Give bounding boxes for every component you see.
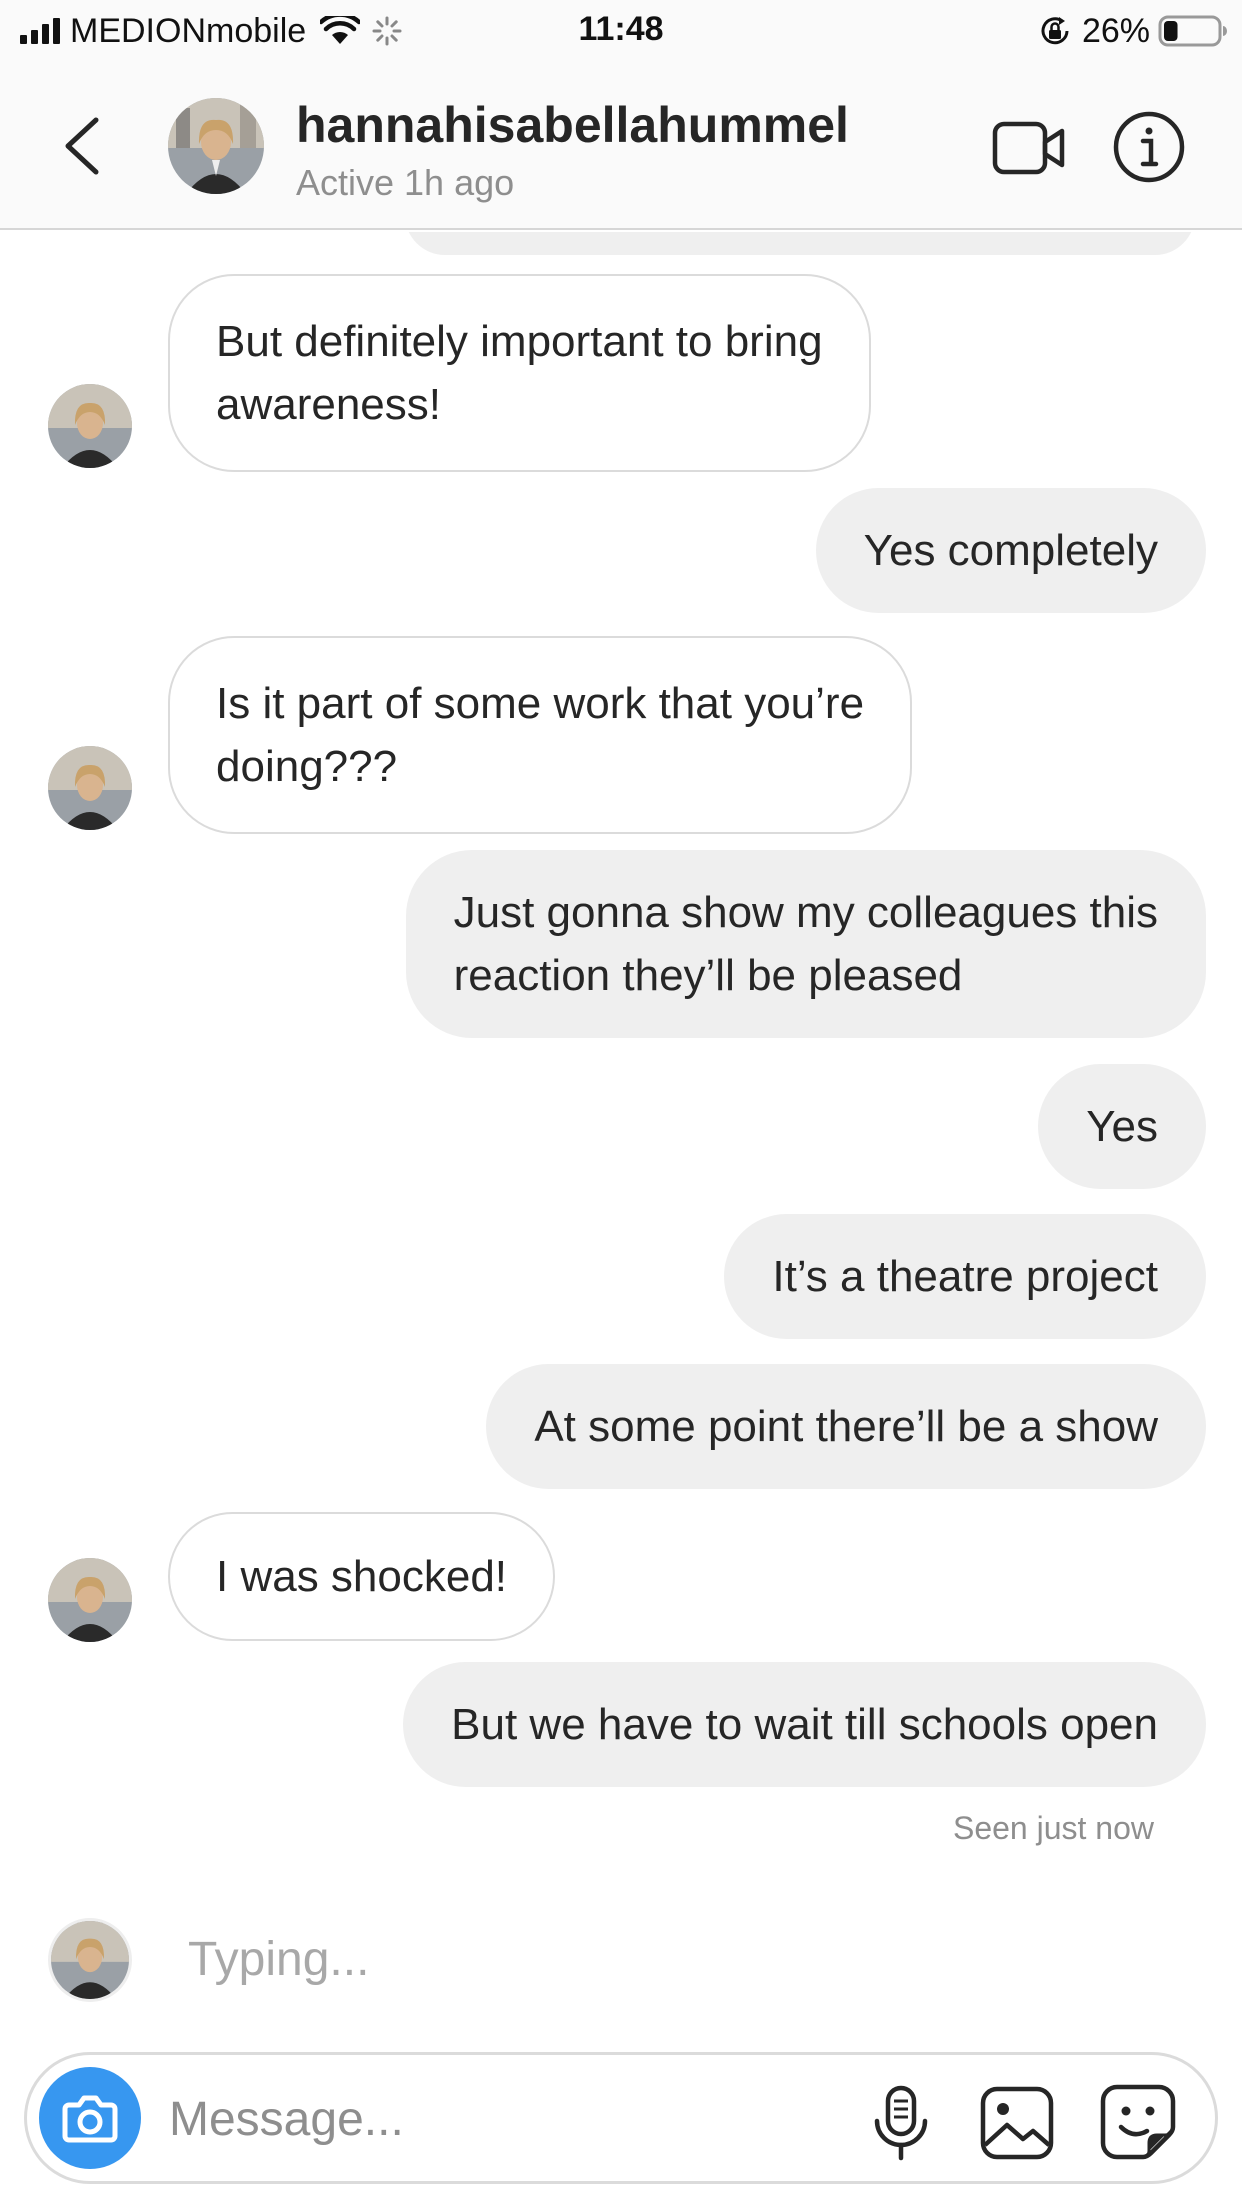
message-text-line: Yes completely <box>863 526 1158 575</box>
video-call-button[interactable] <box>992 118 1066 178</box>
sticker-icon <box>1100 2084 1176 2160</box>
outgoing-message-bubble[interactable]: Yes <box>1038 1064 1206 1189</box>
message-text-line: doing??? <box>216 742 398 791</box>
image-gallery-icon <box>980 2086 1054 2160</box>
message-avatar[interactable] <box>48 384 132 468</box>
previous-message-bubble <box>405 232 1195 255</box>
orientation-lock-icon <box>1041 17 1069 45</box>
message-text-line: It’s a theatre project <box>772 1252 1158 1301</box>
info-icon <box>1113 111 1185 183</box>
message-input[interactable] <box>169 2081 729 2157</box>
battery-percentage: 26% <box>1081 11 1150 50</box>
seen-status: Seen just now <box>952 1810 1154 1846</box>
message-text-line: awareness! <box>216 380 442 429</box>
camera-icon <box>62 2095 118 2143</box>
message-avatar[interactable] <box>48 1558 132 1642</box>
outgoing-message-bubble[interactable]: Just gonna show my colleagues this react… <box>405 850 1206 1038</box>
status-right: 26% <box>1038 10 1228 52</box>
active-status: Active 1h ago <box>296 162 515 203</box>
gallery-button[interactable] <box>979 2085 1055 2161</box>
info-button[interactable] <box>1112 110 1186 184</box>
incoming-message-bubble[interactable]: But definitely important to bring awaren… <box>168 274 871 472</box>
profile-avatar[interactable] <box>168 98 264 194</box>
message-text-line: Yes <box>1086 1102 1158 1151</box>
chat-header: hannahisabellahummel Active 1h ago <box>0 62 1242 230</box>
outgoing-message-bubble[interactable]: It’s a theatre project <box>724 1214 1206 1339</box>
video-camera-icon <box>992 121 1065 175</box>
message-avatar[interactable] <box>48 746 132 830</box>
back-button[interactable] <box>58 114 108 178</box>
message-text-line: At some point there’ll be a show <box>534 1402 1158 1451</box>
message-text-line: But we have to wait till schools open <box>451 1700 1158 1749</box>
outgoing-message-bubble[interactable]: At some point there’ll be a show <box>486 1364 1206 1489</box>
camera-button[interactable] <box>39 2067 141 2169</box>
message-text-line: Is it part of some work that you’re <box>216 679 865 728</box>
message-text-line: reaction they’ll be pleased <box>453 951 963 1000</box>
microphone-button[interactable] <box>871 2085 931 2161</box>
status-bar: MEDIONmobile 11:48 26% <box>0 0 1242 62</box>
battery-icon <box>1158 15 1227 47</box>
sticker-button[interactable] <box>1099 2083 1177 2161</box>
header-username[interactable]: hannahisabellahummel <box>296 96 849 154</box>
message-composer <box>24 2052 1218 2184</box>
typing-indicator: Typing... <box>188 1933 370 1986</box>
incoming-message-bubble[interactable]: I was shocked! <box>168 1512 556 1641</box>
outgoing-message-bubble[interactable]: But we have to wait till schools open <box>403 1662 1206 1787</box>
incoming-message-bubble[interactable]: Is it part of some work that you’re doin… <box>168 636 913 834</box>
message-thread[interactable]: But definitely important to bring awaren… <box>0 232 1242 2042</box>
message-text-line: Just gonna show my colleagues this <box>453 888 1158 937</box>
outgoing-message-bubble[interactable]: Yes completely <box>815 488 1206 613</box>
typing-avatar <box>48 1918 132 2002</box>
message-text-line: I was shocked! <box>216 1552 508 1601</box>
chevron-left-icon <box>65 117 99 175</box>
typing-indicator-row: Typing... <box>0 1910 1242 2010</box>
message-text-line: But definitely important to bring <box>216 317 823 366</box>
microphone-icon <box>874 2085 928 2161</box>
